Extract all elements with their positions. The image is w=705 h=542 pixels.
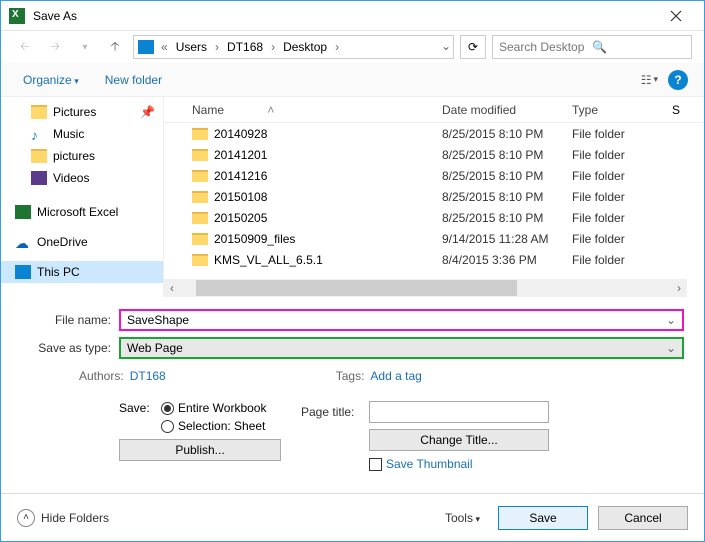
forward-button[interactable]: 🡢 bbox=[43, 35, 67, 59]
search-input[interactable]: Search Desktop 🔍 bbox=[492, 35, 692, 59]
folder-icon bbox=[192, 170, 208, 182]
authors-label: Authors: bbox=[79, 369, 124, 383]
change-title-button[interactable]: Change Title... bbox=[369, 429, 549, 451]
close-button[interactable] bbox=[656, 2, 696, 30]
column-size[interactable]: S bbox=[672, 103, 680, 117]
pagetitle-input[interactable] bbox=[369, 401, 549, 423]
breadcrumb-item[interactable]: Users bbox=[173, 40, 210, 54]
column-type[interactable]: Type bbox=[572, 103, 672, 117]
cancel-button[interactable]: Cancel bbox=[598, 506, 688, 530]
tools-menu[interactable]: Tools bbox=[445, 511, 480, 525]
save-thumbnail-checkbox[interactable] bbox=[369, 458, 382, 471]
column-date[interactable]: Date modified bbox=[442, 103, 572, 117]
tags-label: Tags: bbox=[336, 369, 365, 383]
view-menu[interactable]: ☷▾ bbox=[641, 73, 658, 87]
folder-icon bbox=[192, 149, 208, 161]
authors-value[interactable]: DT168 bbox=[130, 369, 166, 383]
chevron-up-icon: ˄ bbox=[17, 509, 35, 527]
horizontal-scrollbar[interactable]: ‹› bbox=[164, 279, 687, 297]
radio-entire-label: Entire Workbook bbox=[178, 401, 266, 415]
radio-entire-workbook[interactable] bbox=[161, 402, 174, 415]
sidebar-item-thispc[interactable]: This PC bbox=[1, 261, 163, 283]
file-row[interactable]: 201501088/25/2015 8:10 PMFile folder bbox=[164, 186, 704, 207]
folder-icon bbox=[192, 191, 208, 203]
pin-icon: 📌 bbox=[140, 105, 155, 119]
breadcrumb[interactable]: « Users › DT168 › Desktop › ⌄ bbox=[133, 35, 454, 59]
cloud-icon: ☁ bbox=[15, 235, 31, 249]
file-row[interactable]: KMS_VL_ALL_6.5.18/4/2015 3:36 PMFile fol… bbox=[164, 249, 704, 270]
breadcrumb-item[interactable]: Desktop bbox=[280, 40, 330, 54]
file-row[interactable]: 201412168/25/2015 8:10 PMFile folder bbox=[164, 165, 704, 186]
new-folder-button[interactable]: New folder bbox=[105, 73, 162, 87]
folder-icon bbox=[192, 212, 208, 224]
savetype-label: Save as type: bbox=[21, 341, 119, 355]
radio-selection[interactable] bbox=[161, 420, 174, 433]
sidebar-item-pictures2[interactable]: pictures bbox=[1, 145, 163, 167]
search-icon: 🔍 bbox=[592, 40, 685, 54]
organize-menu[interactable]: Organize bbox=[17, 71, 85, 89]
music-icon: ♪ bbox=[31, 127, 47, 141]
file-row[interactable]: 201502058/25/2015 8:10 PMFile folder bbox=[164, 207, 704, 228]
filename-label: File name: bbox=[21, 313, 119, 327]
help-button[interactable]: ? bbox=[668, 70, 688, 90]
folder-icon bbox=[192, 233, 208, 245]
radio-selection-label: Selection: Sheet bbox=[178, 419, 265, 433]
refresh-button[interactable]: ⟳ bbox=[460, 35, 486, 59]
publish-button[interactable]: Publish... bbox=[119, 439, 281, 461]
sidebar-item-pictures[interactable]: Pictures📌 bbox=[1, 101, 163, 123]
hide-folders-button[interactable]: ˄ Hide Folders bbox=[17, 509, 109, 527]
excel-icon bbox=[9, 8, 25, 24]
sidebar-item-videos[interactable]: Videos bbox=[1, 167, 163, 189]
tags-value[interactable]: Add a tag bbox=[370, 369, 421, 383]
folder-icon bbox=[192, 254, 208, 266]
filename-input[interactable]: SaveShape bbox=[119, 309, 684, 331]
sidebar-item-excel[interactable]: Microsoft Excel bbox=[1, 201, 163, 223]
video-icon bbox=[31, 171, 47, 185]
chevron-down-icon[interactable]: ⌄ bbox=[441, 39, 451, 53]
sidebar-item-music[interactable]: ♪Music bbox=[1, 123, 163, 145]
pc-icon bbox=[15, 265, 31, 279]
file-row[interactable]: 201409288/25/2015 8:10 PMFile folder bbox=[164, 123, 704, 144]
navigation-pane: Pictures📌 ♪Music pictures Videos Microso… bbox=[1, 97, 163, 297]
file-row[interactable]: 201412018/25/2015 8:10 PMFile folder bbox=[164, 144, 704, 165]
breadcrumb-prefix: « bbox=[158, 40, 171, 54]
save-label: Save: bbox=[119, 401, 157, 415]
excel-icon bbox=[15, 205, 31, 219]
back-button[interactable]: 🡠 bbox=[13, 35, 37, 59]
recent-locations[interactable]: ▾ bbox=[73, 35, 97, 59]
window-title: Save As bbox=[33, 9, 656, 23]
sidebar-item-onedrive[interactable]: ☁OneDrive bbox=[1, 231, 163, 253]
file-row[interactable]: 20150909_files9/14/2015 11:28 AMFile fol… bbox=[164, 228, 704, 249]
up-button[interactable]: 🡡 bbox=[103, 35, 127, 59]
pagetitle-label: Page title: bbox=[301, 405, 369, 419]
savetype-dropdown[interactable]: Web Page bbox=[119, 337, 684, 359]
save-button[interactable]: Save bbox=[498, 506, 588, 530]
column-name[interactable]: Name bbox=[192, 103, 442, 117]
folder-icon bbox=[192, 128, 208, 140]
breadcrumb-item[interactable]: DT168 bbox=[224, 40, 266, 54]
folder-icon bbox=[31, 105, 47, 119]
file-list[interactable]: 201409288/25/2015 8:10 PMFile folder 201… bbox=[164, 123, 704, 279]
pc-icon bbox=[138, 40, 154, 54]
folder-icon bbox=[31, 149, 47, 163]
save-thumbnail-label: Save Thumbnail bbox=[386, 457, 473, 471]
search-placeholder: Search Desktop bbox=[499, 40, 592, 54]
